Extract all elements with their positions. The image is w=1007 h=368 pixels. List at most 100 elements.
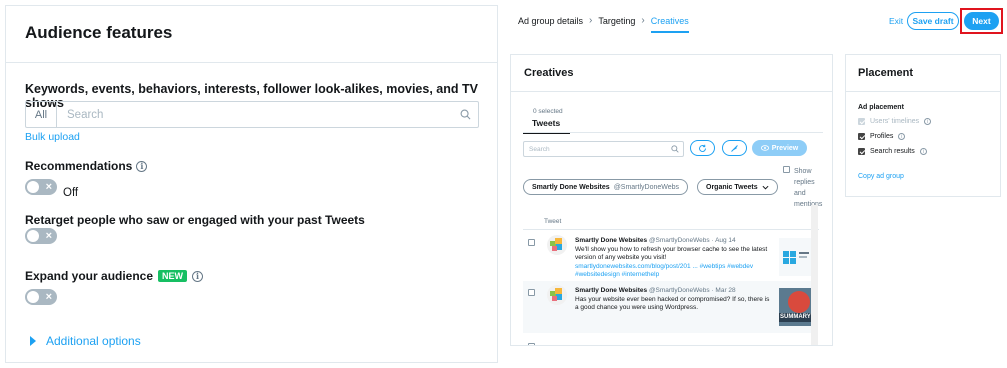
refresh-button[interactable]: [690, 140, 715, 156]
placement-card: Placement Ad placement Users' timelines …: [845, 54, 1001, 197]
users-timelines-label: Users' timelines: [870, 118, 920, 125]
tweet-date: Mar 28: [715, 287, 736, 294]
tweet-author: Smartly Done Websites: [575, 237, 648, 244]
copy-ad-group-link[interactable]: Copy ad group: [858, 173, 904, 180]
toggle-knob: [27, 291, 39, 303]
tweet-content: Smartly Done Websites @SmartlyDoneWebs ·…: [575, 231, 774, 279]
tab-divider: [523, 132, 823, 133]
toggle-knob: [27, 230, 39, 242]
preview-label: Preview: [771, 144, 799, 152]
info-icon[interactable]: i: [136, 160, 148, 172]
breadcrumb-ad-group-details[interactable]: Ad group details: [518, 16, 583, 26]
chevron-right-icon: ›: [589, 15, 593, 26]
info-icon[interactable]: i: [924, 118, 932, 125]
expand-audience-toggle[interactable]: ×: [25, 289, 57, 305]
breadcrumb-targeting[interactable]: Targeting: [598, 16, 635, 26]
eye-icon: [760, 145, 769, 151]
tweet-ellipsis: ...: [692, 262, 698, 270]
close-icon: ×: [45, 181, 52, 193]
search-icon[interactable]: [671, 145, 679, 153]
retarget-label: Retarget people who saw or engaged with …: [25, 213, 365, 227]
tweet-handle: @SmartlyDoneWebs: [648, 237, 710, 244]
expand-audience-label: Expand your audience NEW i: [25, 269, 204, 283]
show-replies-label: Show replies and mentions: [794, 168, 823, 208]
audience-search: All: [25, 101, 479, 128]
creatives-card: Creatives 0 selected Tweets Preview Show…: [510, 54, 833, 346]
next-button[interactable]: Next: [964, 12, 999, 30]
preview-button[interactable]: Preview: [752, 140, 807, 156]
scrollbar[interactable]: [811, 205, 818, 345]
tweet-checkbox[interactable]: [528, 289, 535, 296]
placement-profiles[interactable]: Profiles i: [858, 133, 906, 140]
audience-header: Audience features: [6, 6, 497, 63]
tweet-checkbox[interactable]: [528, 239, 535, 246]
tweet-text: Has your website ever been hacked or com…: [575, 295, 770, 312]
selected-count: 0 selected: [533, 108, 563, 115]
expand-audience-text: Expand your audience: [25, 269, 154, 283]
tweet-author: Smartly Done Websites: [575, 287, 648, 294]
info-icon[interactable]: i: [898, 133, 906, 140]
tweet-link[interactable]: smartlydonewebsites.com/blog/post/201: [575, 263, 691, 270]
caret-right-icon: [30, 336, 36, 346]
avatar: [547, 285, 567, 305]
retarget-toggle[interactable]: ×: [25, 228, 57, 244]
users-timelines-checkbox: [858, 118, 865, 125]
search-results-checkbox[interactable]: [858, 148, 865, 155]
audience-search-input[interactable]: [57, 108, 452, 121]
column-header-tweet: Tweet: [523, 212, 819, 230]
tweet-date: Aug 14: [715, 237, 736, 244]
page-title: Audience features: [25, 23, 173, 42]
search-icon[interactable]: [452, 109, 478, 120]
creatives-search-input[interactable]: [524, 145, 671, 153]
placement-title: Placement: [846, 55, 1000, 92]
bulk-upload-link[interactable]: Bulk upload: [25, 131, 80, 143]
recommendations-toggle[interactable]: ×: [25, 179, 57, 195]
breadcrumb-creatives[interactable]: Creatives: [650, 16, 689, 33]
tweet-date-separator: ·: [711, 287, 714, 294]
table-row[interactable]: Smartly Done Websites @SmartlyDoneWebs ·…: [523, 231, 811, 279]
tweet-text: We'll show you how to refresh your brows…: [575, 245, 768, 262]
organic-tweets-dropdown[interactable]: Organic Tweets: [697, 179, 778, 195]
tweet-handle: @SmartlyDoneWebs: [648, 287, 710, 294]
show-replies-option[interactable]: Show replies and mentions: [783, 166, 828, 210]
feather-icon: [731, 144, 738, 152]
chevron-right-icon: ›: [641, 15, 645, 26]
profiles-checkbox[interactable]: [858, 133, 865, 140]
close-icon: ×: [45, 291, 52, 303]
account-handle: @SmartlyDoneWebs: [613, 183, 680, 191]
show-replies-checkbox[interactable]: [783, 166, 790, 173]
table-row[interactable]: Smartly Done Websites @SmartlyDoneWebs ·…: [523, 281, 811, 333]
tweet-content: Smartly Done Websites @SmartlyDoneWebs ·…: [575, 281, 774, 333]
tweet-thumbnail-label: SUMMARY: [780, 314, 811, 320]
search-filter-all[interactable]: All: [26, 102, 57, 127]
info-icon[interactable]: i: [919, 148, 927, 155]
exit-link[interactable]: Exit: [889, 16, 903, 26]
account-filter[interactable]: Smartly Done Websites @SmartlyDoneWebs: [523, 179, 689, 195]
info-icon[interactable]: i: [192, 270, 204, 282]
audience-features-panel: Audience features Keywords, events, beha…: [5, 5, 498, 363]
compose-tweet-button[interactable]: [722, 140, 747, 156]
tweet-thumbnail: [779, 238, 811, 276]
organic-tweets-label: Organic Tweets: [706, 183, 758, 191]
tweet-thumbnail: SUMMARY: [779, 288, 811, 326]
additional-options-toggle[interactable]: Additional options: [30, 334, 141, 348]
ad-placement-subtitle: Ad placement: [858, 104, 904, 111]
account-name: Smartly Done Websites: [532, 183, 610, 191]
chevron-down-icon: [762, 185, 769, 190]
placement-users-timelines: Users' timelines i: [858, 118, 932, 125]
save-draft-button[interactable]: Save draft: [907, 12, 959, 30]
breadcrumb: Ad group details › Targeting › Creatives: [518, 15, 689, 33]
new-badge: NEW: [158, 270, 188, 282]
placement-search-results[interactable]: Search results i: [858, 148, 927, 155]
creatives-title: Creatives: [511, 55, 832, 92]
additional-options-label: Additional options: [46, 334, 141, 348]
recommendations-state: Off: [63, 187, 79, 199]
search-results-label: Search results: [870, 148, 915, 155]
toggle-knob: [27, 181, 39, 193]
tweet-date-separator: ·: [711, 237, 714, 244]
tweet-checkbox[interactable]: [528, 343, 535, 345]
recommendations-label: Recommendations i: [25, 159, 148, 173]
close-icon: ×: [45, 230, 52, 242]
table-row[interactable]: [523, 335, 811, 345]
creatives-search: [523, 141, 684, 157]
